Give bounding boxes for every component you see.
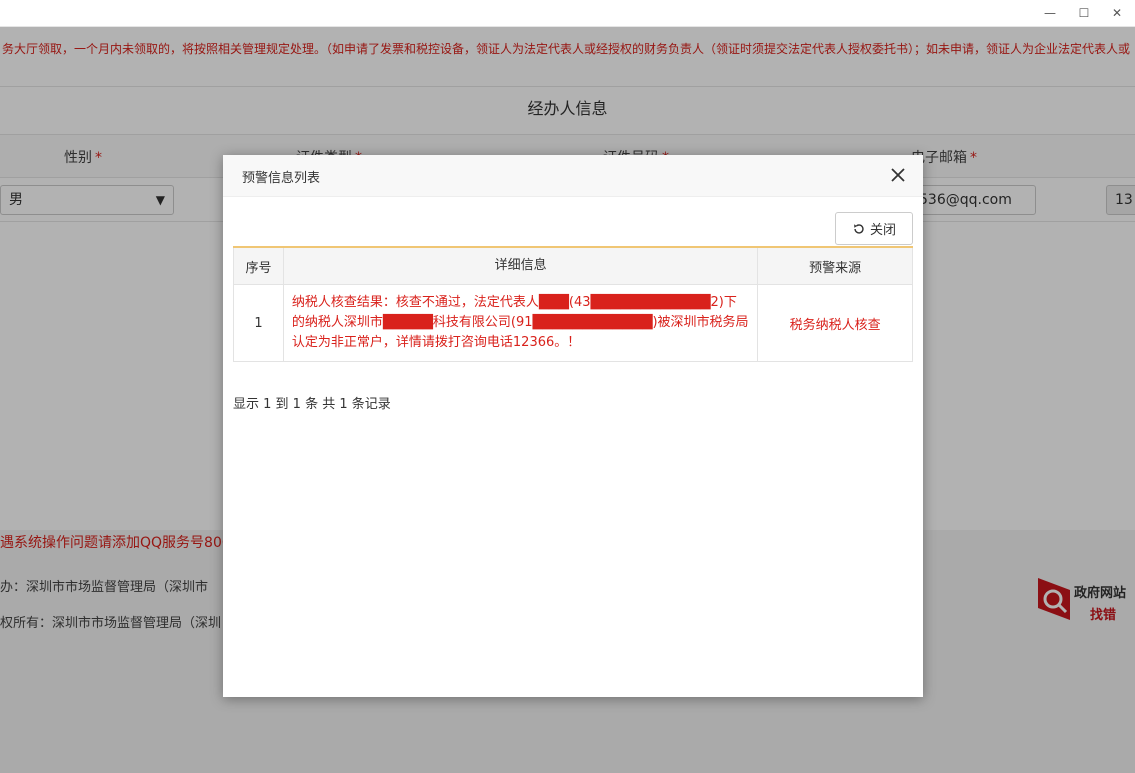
close-icon[interactable] — [887, 164, 909, 186]
close-button[interactable]: 关闭 — [835, 212, 913, 245]
modal-title: 预警信息列表 — [242, 171, 321, 186]
row-number: 1 — [233, 284, 284, 362]
refresh-icon — [854, 223, 864, 234]
row-source: 税务纳税人核查 — [757, 284, 913, 362]
row-detail: 纳税人核查结果：核查不通过，法定代表人███(43████████████2)下… — [282, 284, 759, 362]
minimize-icon[interactable]: — — [1033, 0, 1067, 27]
modal-header: 预警信息列表 — [223, 155, 923, 197]
warning-table: 序号 详细信息 预警来源 1 纳税人核查结果：核查不通过，法定代表人███(43… — [233, 246, 913, 362]
window-titlebar: — ☐ ✕ — [0, 0, 1135, 27]
close-button-label: 关闭 — [869, 223, 896, 238]
window-close-icon[interactable]: ✕ — [1100, 0, 1134, 27]
pagination-info: 显示 1 到 1 条 共 1 条记录 — [233, 397, 391, 412]
column-header-detail: 详细信息 — [282, 246, 759, 285]
column-header-source: 预警来源 — [757, 246, 913, 285]
column-header-no: 序号 — [233, 246, 284, 285]
warning-list-modal: 预警信息列表 关闭 序号 详细信息 预警来源 1 纳税人核查结果：核查不通过，法… — [223, 155, 923, 697]
maximize-icon[interactable]: ☐ — [1067, 0, 1101, 27]
table-row: 1 纳税人核查结果：核查不通过，法定代表人███(43████████████2… — [233, 284, 913, 362]
table-header-row: 序号 详细信息 预警来源 — [233, 246, 913, 285]
